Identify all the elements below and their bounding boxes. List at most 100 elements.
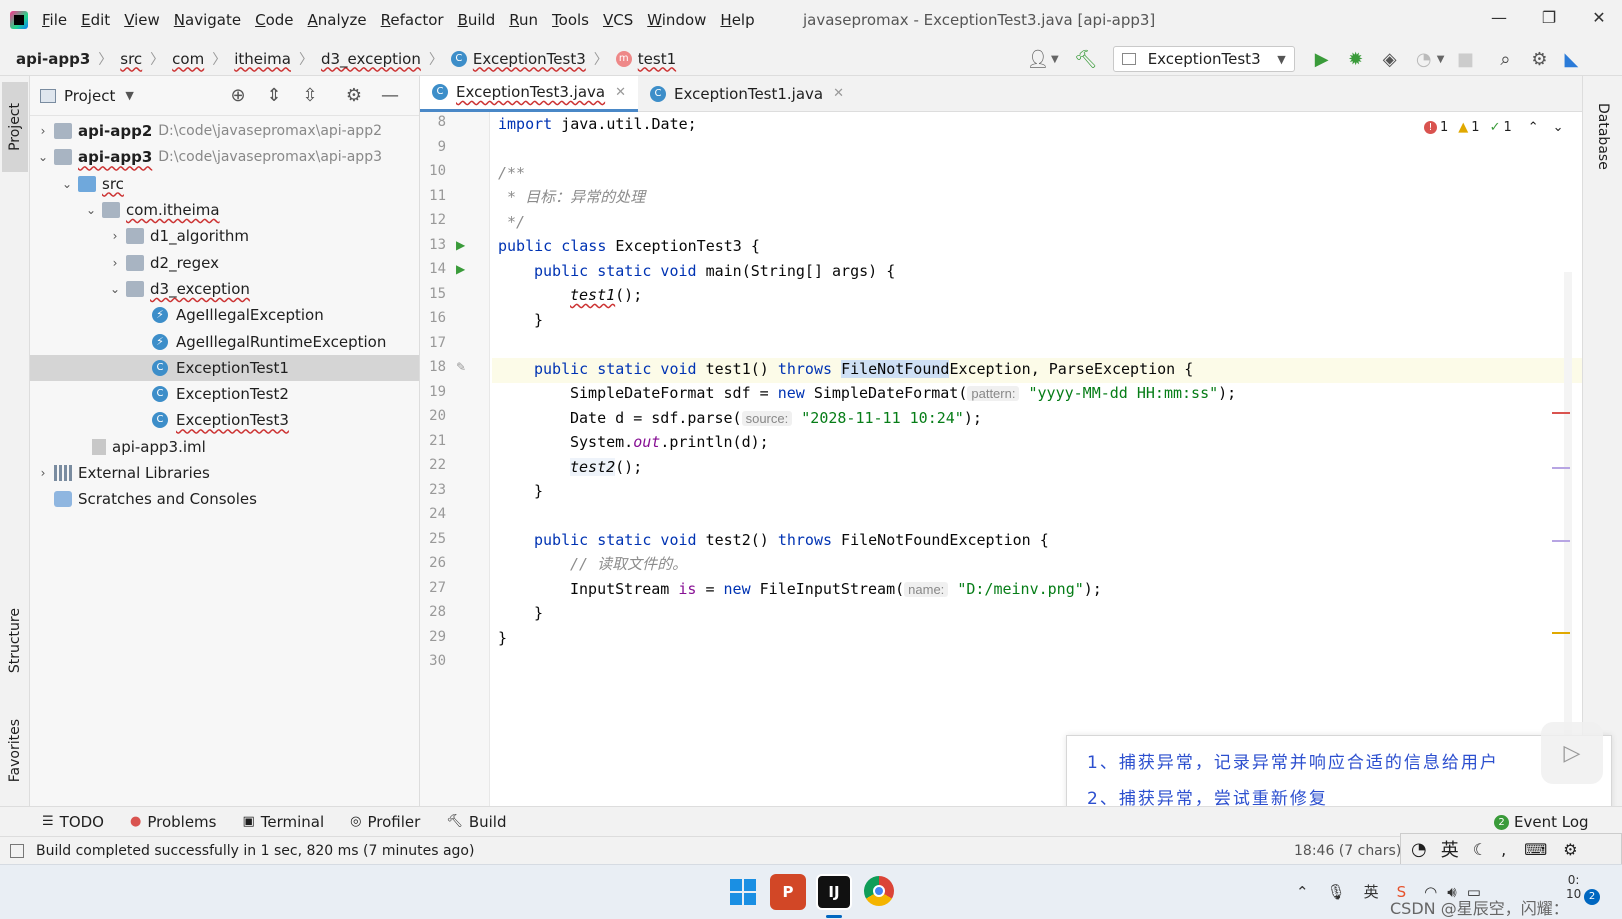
user-icon[interactable]: 👤︎ — [1025, 46, 1051, 72]
tree-item-exceptiontest1[interactable]: C ExceptionTest1 — [30, 354, 419, 381]
close-window-button[interactable]: ✕ — [1584, 8, 1614, 32]
menu-edit[interactable]: Edit — [81, 11, 110, 29]
chevron-down-icon[interactable]: ⌄ — [108, 282, 122, 296]
inspection-widget[interactable]: ! 1 ▲ 1 ✓ 1 ⌃ ⌄ — [1424, 120, 1564, 135]
breadcrumb-com[interactable]: com — [172, 50, 204, 68]
chevron-down-icon[interactable]: ▼ — [1051, 54, 1059, 65]
tree-item-ageillegalruntimeexception[interactable]: ⚡ AgeIllegalRuntimeException — [30, 328, 419, 354]
close-tab-icon[interactable]: ✕ — [615, 85, 626, 100]
toolbox-icon[interactable]: ◣ — [1558, 46, 1584, 72]
menu-code[interactable]: Code — [255, 11, 293, 29]
notification-badge[interactable]: 2 — [1584, 889, 1600, 905]
run-icon[interactable]: ▶ — [1309, 46, 1335, 72]
tab-exceptiontest1[interactable]: C ExceptionTest1.java ✕ — [638, 76, 856, 112]
todo-tool-button[interactable]: ☰ TODO — [42, 813, 104, 831]
stripe-mark[interactable] — [1552, 540, 1570, 542]
problems-tool-button[interactable]: ● Problems — [130, 813, 216, 831]
coverage-icon[interactable]: ◈ — [1377, 46, 1403, 72]
tree-item-d2-regex[interactable]: › d2_regex — [30, 249, 419, 275]
event-log-button[interactable]: 2 Event Log — [1494, 813, 1589, 831]
breadcrumb-class[interactable]: ExceptionTest3 — [473, 50, 586, 68]
project-view-select[interactable]: Project — [64, 87, 115, 105]
menu-help[interactable]: Help — [720, 11, 754, 29]
warning-stripe-mark[interactable] — [1552, 632, 1570, 634]
minimize-button[interactable]: — — [1484, 8, 1514, 32]
ime-logo-icon[interactable]: ◔ — [1411, 839, 1427, 860]
menu-analyze[interactable]: Analyze — [308, 11, 367, 29]
tree-item-ageillegalexception[interactable]: ⚡ AgeIllegalException — [30, 302, 419, 328]
restore-button[interactable]: ❐ — [1534, 8, 1564, 32]
keyboard-icon[interactable]: ⌨ — [1524, 840, 1547, 859]
caret-position[interactable]: 18:46 (7 chars) — [1294, 843, 1401, 859]
tree-item-src[interactable]: ⌄ src — [30, 171, 419, 197]
tree-item-api-app3[interactable]: ⌄ api-app3 D:\code\javasepromax\api-app3 — [30, 144, 419, 170]
tree-item-api-app2[interactable]: › api-app2 D:\code\javasepromax\api-app2 — [30, 118, 419, 144]
search-icon[interactable]: ⌕ — [1492, 46, 1518, 72]
status-toggle-icon[interactable] — [10, 843, 24, 858]
tree-item-d3-exception[interactable]: ⌄ d3_exception — [30, 276, 419, 302]
tree-item-iml[interactable]: api-app3.iml — [30, 434, 419, 460]
chevron-down-icon[interactable]: ▼ — [1437, 54, 1445, 65]
close-tab-icon[interactable]: ✕ — [833, 86, 844, 101]
menu-window[interactable]: Window — [647, 11, 706, 29]
breadcrumb-src[interactable]: src — [120, 50, 142, 68]
next-highlight-icon[interactable]: ⌄ — [1553, 120, 1564, 135]
menu-file[interactable]: File — [42, 11, 67, 29]
stripe-mark[interactable] — [1552, 467, 1570, 469]
play-icon[interactable]: ▷ — [1541, 722, 1603, 784]
breadcrumb-project[interactable]: api-app3 — [16, 50, 90, 68]
run-config-select[interactable]: ExceptionTest3 ▼ — [1112, 46, 1295, 72]
error-stripe-mark[interactable] — [1552, 412, 1570, 414]
database-tool-button[interactable]: Database — [1591, 86, 1615, 186]
powerpoint-app-icon[interactable]: P — [770, 874, 806, 910]
terminal-tool-button[interactable]: ▣ Terminal — [242, 813, 324, 831]
chevron-up-icon[interactable]: ⌃ — [1296, 883, 1309, 901]
stop-icon[interactable]: ■ — [1452, 46, 1478, 72]
edit-bookmark-icon[interactable]: ✎ — [456, 360, 466, 374]
favorites-tool-button[interactable]: Favorites — [2, 701, 28, 801]
ime-tray-icon[interactable]: 英 — [1364, 881, 1379, 902]
menu-vcs[interactable]: VCS — [603, 11, 633, 29]
breadcrumb-method[interactable]: test1 — [638, 50, 676, 68]
locate-icon[interactable]: ⊕ — [225, 83, 251, 109]
chevron-down-icon[interactable]: ⌄ — [84, 203, 98, 217]
menu-refactor[interactable]: Refactor — [381, 11, 444, 29]
gear-icon[interactable]: ⚙ — [341, 83, 367, 109]
tab-exceptiontest3[interactable]: C ExceptionTest3.java ✕ — [420, 75, 639, 112]
profile-icon[interactable]: ◔ — [1411, 46, 1437, 72]
run-main-icon[interactable]: ▶ — [456, 262, 465, 276]
breadcrumb-d3-exception[interactable]: d3_exception — [321, 50, 421, 68]
ime-language[interactable]: 英 — [1441, 836, 1459, 862]
menu-tools[interactable]: Tools — [552, 11, 589, 29]
chrome-app-icon[interactable] — [864, 876, 894, 906]
tree-item-exceptiontest2[interactable]: C ExceptionTest2 — [30, 381, 419, 407]
chevron-right-icon[interactable]: › — [36, 124, 50, 138]
moon-icon[interactable]: ☾ — [1473, 840, 1487, 859]
hide-panel-icon[interactable]: — — [377, 83, 403, 109]
microphone-icon[interactable]: 🎙︎ — [1327, 883, 1346, 901]
menu-view[interactable]: View — [124, 11, 160, 29]
structure-tool-button[interactable]: Structure — [2, 596, 28, 686]
run-class-icon[interactable]: ▶ — [456, 238, 465, 252]
collapse-all-icon[interactable]: ⇳ — [297, 83, 323, 109]
build-tool-button[interactable]: 🔨︎ Build — [446, 813, 506, 831]
breadcrumb-itheima[interactable]: itheima — [234, 50, 291, 68]
tree-item-scratches[interactable]: Scratches and Consoles — [30, 486, 419, 512]
start-icon[interactable] — [730, 879, 756, 905]
chevron-down-icon[interactable]: ⌄ — [60, 177, 74, 191]
hammer-icon[interactable]: 🔨︎ — [1073, 46, 1099, 72]
debug-icon[interactable]: ✹ — [1343, 46, 1369, 72]
menu-navigate[interactable]: Navigate — [174, 11, 241, 29]
tree-item-com-itheima[interactable]: ⌄ com.itheima — [30, 197, 419, 223]
chevron-right-icon[interactable]: › — [36, 466, 50, 480]
gear-icon[interactable]: ⚙ — [1526, 46, 1552, 72]
gear-icon[interactable]: ⚙ — [1563, 840, 1577, 859]
chevron-down-icon[interactable]: ▼ — [125, 89, 133, 102]
intellij-app-icon[interactable]: IJ — [816, 874, 852, 910]
chevron-right-icon[interactable]: › — [108, 256, 122, 270]
chevron-down-icon[interactable]: ⌄ — [36, 150, 50, 164]
clock[interactable]: 0: 10 — [1566, 873, 1581, 901]
project-tool-button[interactable]: Project — [2, 82, 28, 172]
tree-item-exceptiontest3[interactable]: C ExceptionTest3 — [30, 407, 419, 433]
punctuation-icon[interactable]: , — [1501, 840, 1506, 859]
